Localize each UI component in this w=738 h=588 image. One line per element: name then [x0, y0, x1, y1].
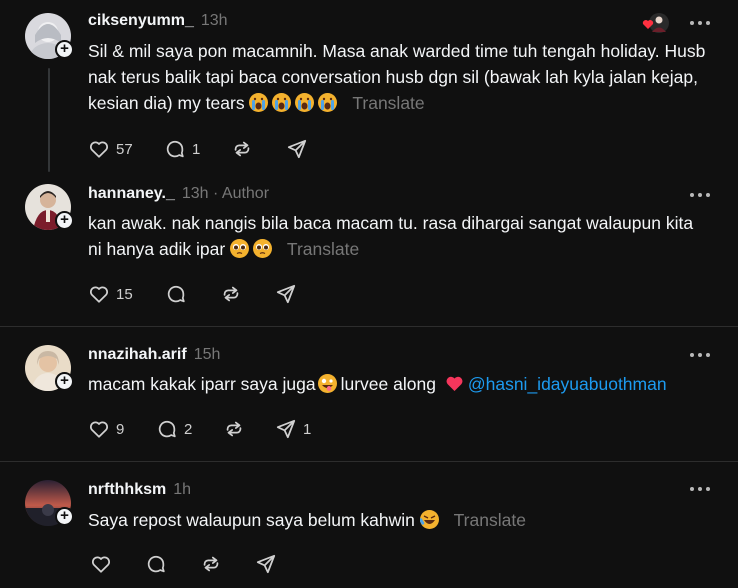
heart-icon [91, 556, 111, 573]
pleading-face-emoji [253, 239, 273, 258]
post-nnazihah: + nnazihah.arif 15h macam kakak iparr say… [0, 327, 738, 461]
post-ciksenyumm: + ciksenyumm_ 13h Sil & mil saya pon maca… [0, 0, 738, 182]
translate-link[interactable]: Translate [287, 239, 359, 259]
crying-face-emoji [249, 93, 269, 112]
reply-count: 2 [184, 420, 193, 438]
more-options-icon[interactable] [690, 487, 710, 493]
like-button[interactable]: 15 [88, 282, 133, 306]
repost-icon [223, 286, 239, 302]
repost-icon [234, 141, 250, 157]
send-icon [276, 419, 296, 439]
like-button[interactable] [90, 552, 112, 576]
username[interactable]: ciksenyumm_ [88, 12, 194, 29]
translate-link[interactable]: Translate [352, 93, 424, 113]
repost-button[interactable] [200, 552, 222, 576]
post-text: kan awak. nak nangis bila baca macam tu.… [88, 213, 694, 259]
post-nrfthhksm: + nrfthhksm 1h Saya repost walaupun saya … [0, 462, 738, 588]
timestamp[interactable]: 13h [182, 185, 209, 202]
repost-count: 1 [303, 420, 312, 438]
send-icon [287, 139, 307, 159]
more-options-icon[interactable] [690, 193, 710, 199]
like-button[interactable]: 9 [88, 417, 124, 441]
mention-link[interactable]: @hasni_idayuabuothman [468, 374, 667, 394]
translate-link[interactable]: Translate [454, 510, 526, 530]
post-text-continued: lurvee along [340, 374, 436, 394]
crying-face-emoji [272, 93, 292, 112]
post-body: macam kakak iparr saya juga lurvee along … [88, 371, 718, 397]
repost-icon [203, 556, 219, 572]
author-badge: · Author [213, 185, 270, 202]
follow-plus-icon[interactable]: + [55, 507, 74, 526]
post-header: hannaney._ 13h · Author [88, 185, 269, 203]
more-options-icon[interactable] [690, 21, 710, 27]
post-header: ciksenyumm_ 13h [88, 12, 228, 30]
post-text: macam kakak iparr saya juga [88, 374, 316, 394]
heart-icon [89, 141, 109, 158]
username[interactable]: nnazihah.arif [88, 346, 187, 363]
reply-count: 1 [192, 140, 201, 158]
crying-face-emoji [295, 93, 315, 112]
reply-button[interactable]: 1 [164, 137, 200, 161]
repost-icon [226, 421, 242, 437]
post-text: Saya repost walaupun saya belum kahwin [88, 510, 415, 530]
timestamp[interactable]: 15h [194, 346, 221, 363]
follow-plus-icon[interactable]: + [55, 211, 74, 230]
timestamp[interactable]: 13h [201, 12, 228, 29]
comment-icon [147, 555, 165, 573]
comment-icon [167, 285, 185, 303]
reply-button[interactable] [145, 552, 167, 576]
heart-icon [89, 286, 109, 303]
follow-plus-icon[interactable]: + [55, 40, 74, 59]
like-count: 57 [116, 140, 133, 158]
timestamp[interactable]: 1h [173, 481, 191, 498]
more-options-icon[interactable] [690, 353, 710, 359]
send-icon [256, 554, 276, 574]
repost-button[interactable] [231, 137, 253, 161]
post-body: Sil & mil saya pon macamnih. Masa anak w… [88, 38, 718, 116]
liked-by-icon[interactable] [640, 12, 670, 34]
action-bar: 15 [88, 282, 328, 306]
send-icon [276, 284, 296, 304]
reply-button[interactable]: 2 [156, 417, 192, 441]
share-button[interactable]: 1 [275, 417, 311, 441]
comment-icon [158, 420, 176, 438]
post-hannaney: + hannaney._ 13h · Author kan awak. nak n… [0, 182, 738, 327]
follow-plus-icon[interactable]: + [55, 372, 74, 391]
heart-icon [89, 421, 109, 438]
share-button[interactable] [255, 552, 277, 576]
like-button[interactable]: 57 [88, 137, 133, 161]
action-bar: 9 2 1 [88, 417, 328, 441]
like-count: 9 [116, 420, 125, 438]
rolling-laughing-face-emoji [419, 510, 439, 529]
username[interactable]: nrfthhksm [88, 481, 166, 498]
post-body: kan awak. nak nangis bila baca macam tu.… [88, 210, 708, 262]
crying-face-emoji [318, 93, 338, 112]
share-button[interactable] [275, 282, 297, 306]
red-heart-emoji [445, 374, 464, 393]
repost-button[interactable] [220, 282, 242, 306]
pleading-face-emoji [230, 239, 250, 258]
like-count: 15 [116, 285, 133, 303]
comment-icon [166, 140, 184, 158]
post-header: nnazihah.arif 15h [88, 346, 220, 364]
post-header: nrfthhksm 1h [88, 481, 191, 499]
action-bar [88, 552, 328, 576]
username[interactable]: hannaney._ [88, 185, 175, 202]
action-bar: 57 1 [88, 137, 328, 161]
thread-line [48, 68, 50, 172]
reply-button[interactable] [165, 282, 187, 306]
zany-face-emoji [317, 374, 337, 393]
share-button[interactable] [286, 137, 308, 161]
post-body: Saya repost walaupun saya belum kahwin T… [88, 507, 718, 533]
repost-button[interactable] [223, 417, 245, 441]
